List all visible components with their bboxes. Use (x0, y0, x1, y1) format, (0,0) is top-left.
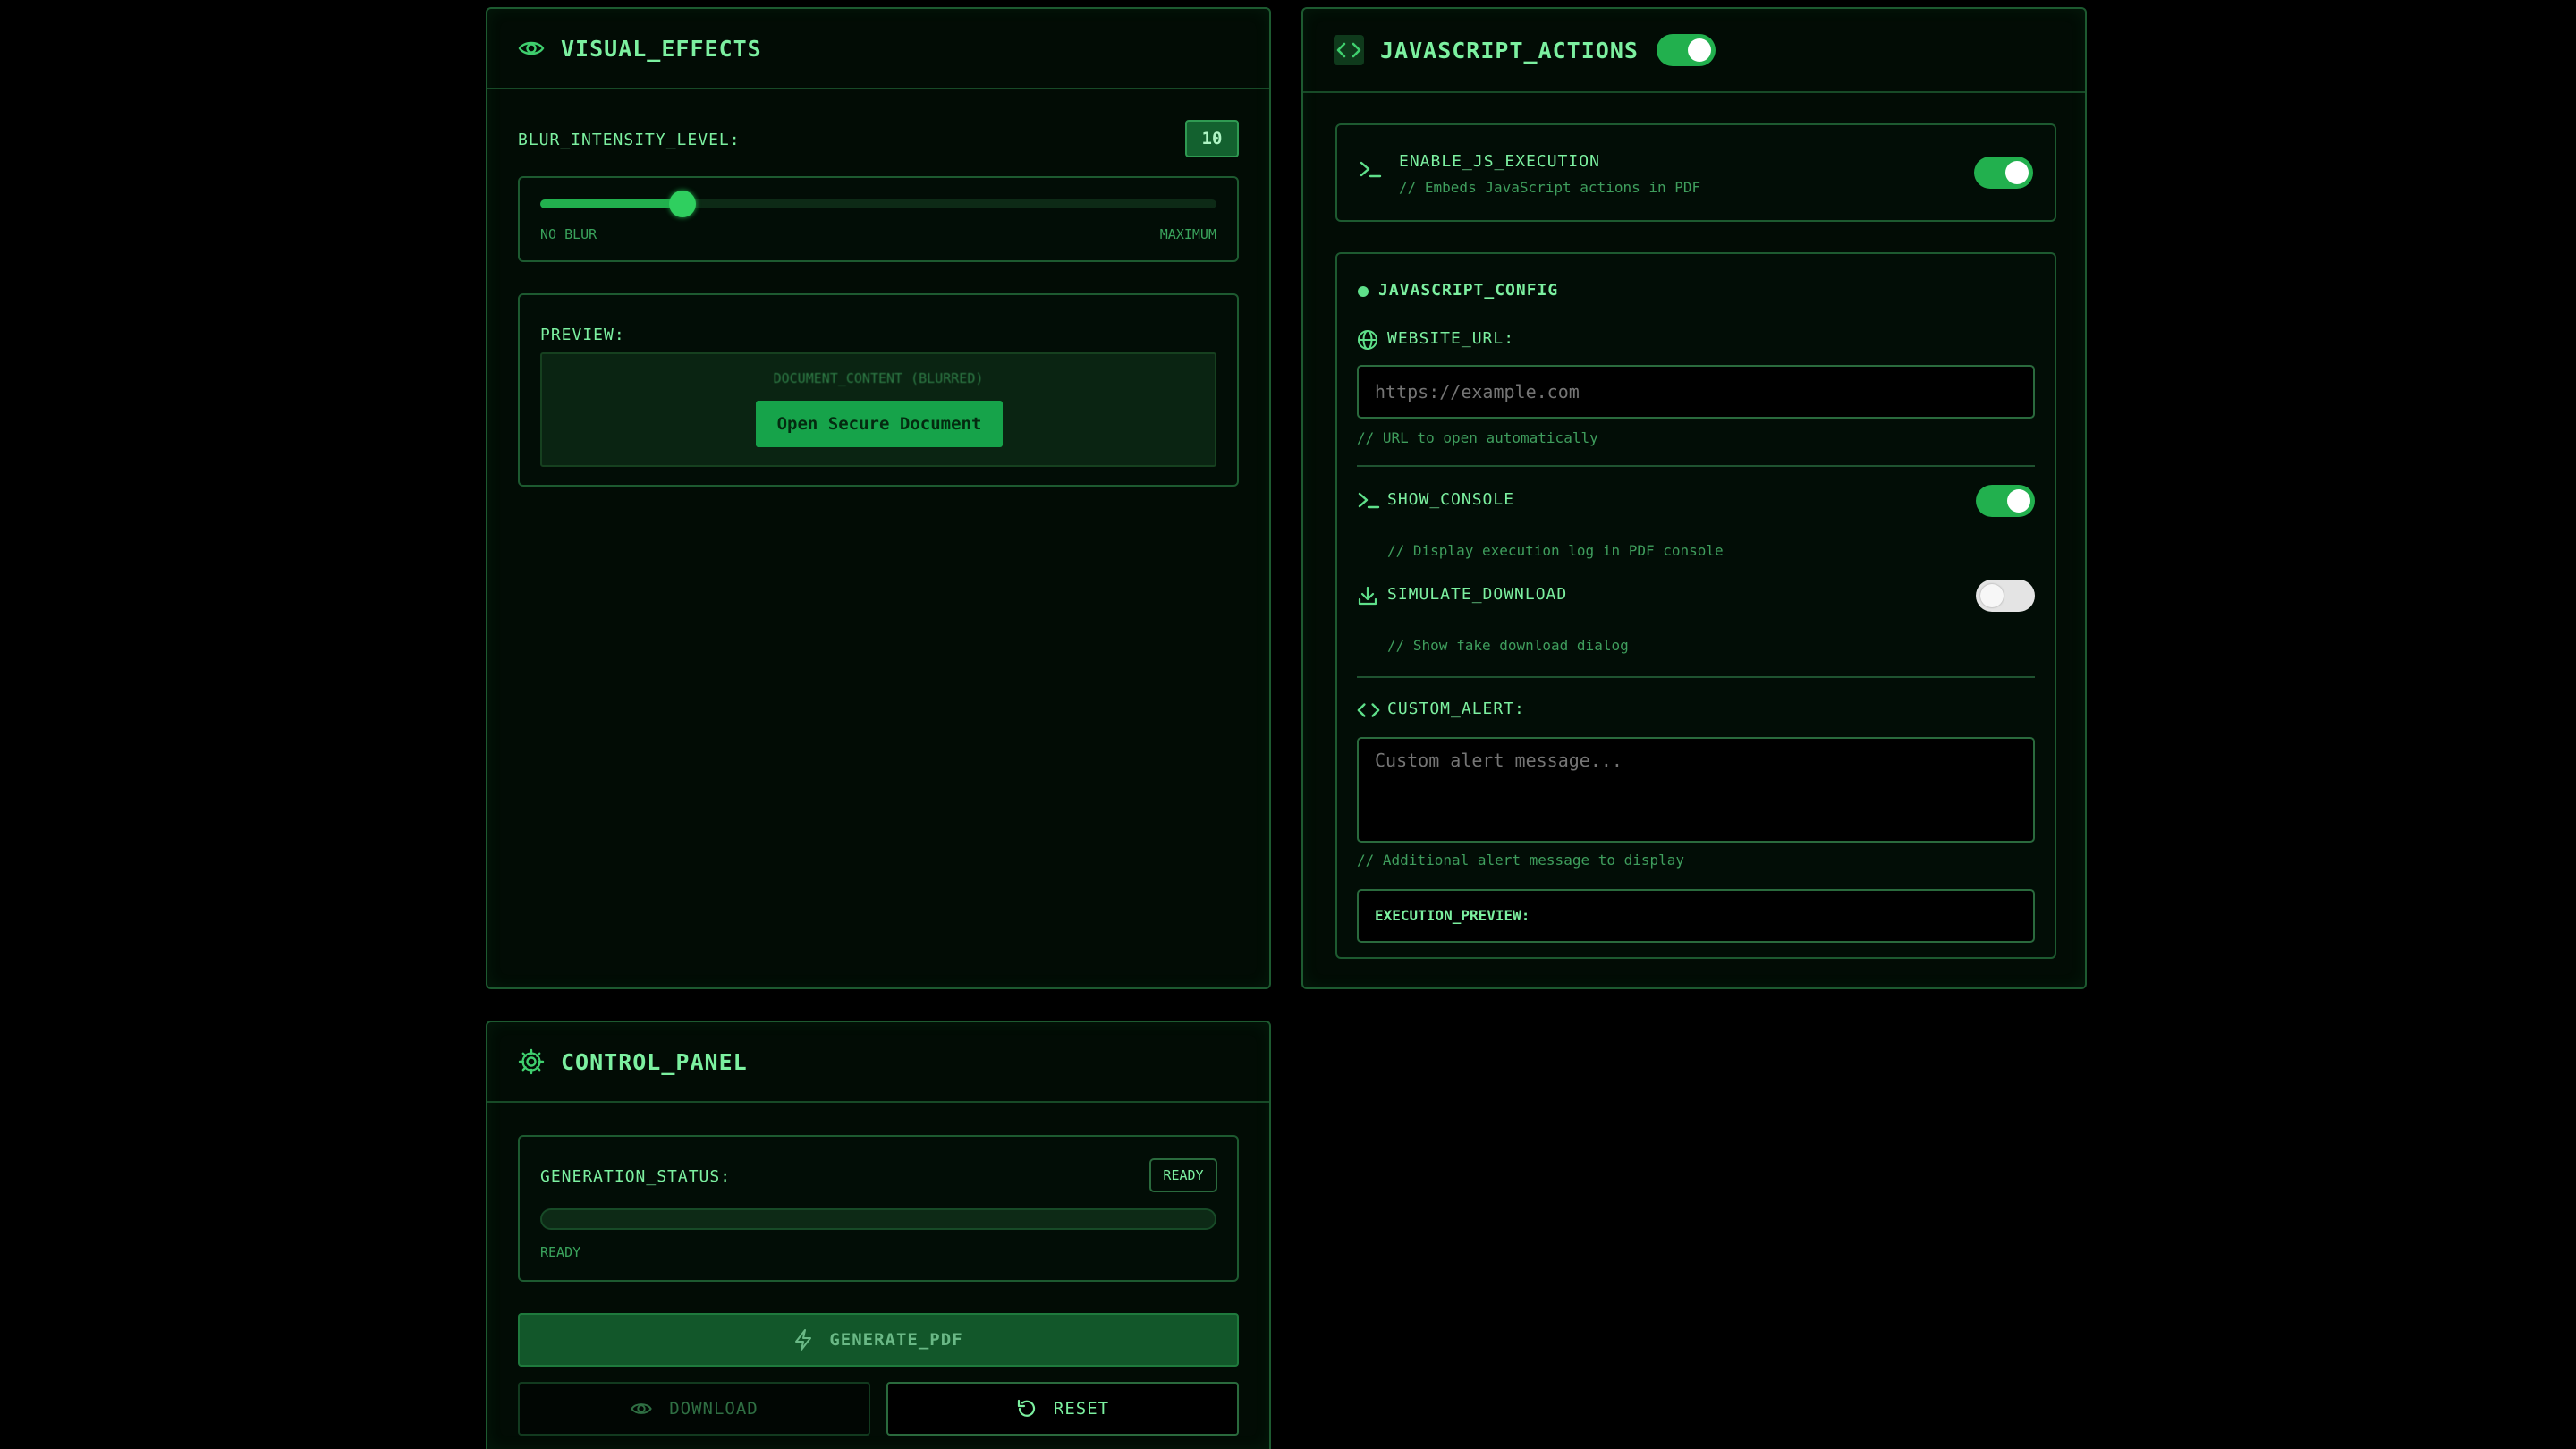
custom-alert-textarea[interactable] (1357, 737, 2035, 843)
javascript-actions-panel: JAVASCRIPT_ACTIONS ENABLE_JS_EXECUTION /… (1301, 7, 2087, 989)
website-url-comment: // URL to open automatically (1357, 429, 1598, 446)
visual-effects-title: VISUAL_EFFECTS (561, 35, 762, 62)
toggle-knob (1980, 584, 2004, 607)
config-divider (1357, 676, 2035, 678)
javascript-config-title: JAVASCRIPT_CONFIG (1378, 281, 1559, 300)
open-secure-document-button[interactable]: Open Secure Document (756, 401, 1003, 447)
preview-label: PREVIEW: (540, 326, 625, 344)
preview-document: DOCUMENT_CONTENT (BLURRED) Open Secure D… (540, 352, 1216, 467)
generation-progress-bar (540, 1208, 1216, 1230)
generate-pdf-button[interactable]: GENERATE_PDF (518, 1313, 1239, 1367)
toggle-knob (2007, 489, 2030, 513)
reset-button[interactable]: RESET (886, 1382, 1239, 1436)
generation-status-box: GENERATION_STATUS: READY READY (518, 1135, 1239, 1282)
control-panel: CONTROL_PANEL GENERATION_STATUS: READY R… (486, 1021, 1271, 1449)
code-icon (1357, 701, 1380, 719)
simulate-download-comment: // Show fake download dialog (1387, 637, 1629, 654)
javascript-actions-master-toggle[interactable] (1656, 34, 1716, 66)
blur-slider-fill (540, 199, 682, 208)
globe-icon (1357, 329, 1378, 351)
preview-box: PREVIEW: DOCUMENT_CONTENT (BLURRED) Open… (518, 293, 1239, 487)
reset-icon (1016, 1398, 1038, 1419)
config-bullet-icon (1358, 286, 1368, 297)
generation-status-label: GENERATION_STATUS: (540, 1167, 732, 1186)
slider-max-label: MAXIMUM (1159, 226, 1216, 242)
generation-status-text: READY (540, 1244, 581, 1260)
visual-effects-panel: VISUAL_EFFECTS BLUR_INTENSITY_LEVEL: 10 … (486, 7, 1271, 989)
lightning-icon (793, 1328, 813, 1352)
blur-slider-box: NO_BLUR MAXIMUM (518, 176, 1239, 262)
eye-icon (518, 38, 545, 58)
custom-alert-comment: // Additional alert message to display (1357, 852, 1685, 869)
preview-content-label: DOCUMENT_CONTENT (BLURRED) (773, 370, 984, 386)
gear-icon (518, 1048, 545, 1075)
code-icon (1334, 35, 1364, 65)
eye-icon (630, 1401, 653, 1417)
blur-slider-handle[interactable] (668, 191, 696, 217)
control-panel-title: CONTROL_PANEL (561, 1048, 748, 1075)
config-divider (1357, 465, 2035, 467)
execution-preview-box: EXECUTION_PREVIEW: (1357, 889, 2035, 943)
custom-alert-label: CUSTOM_ALERT: (1387, 699, 1525, 718)
show-console-label: SHOW_CONSOLE (1387, 490, 1515, 509)
blur-value-badge: 10 (1185, 120, 1239, 157)
execution-preview-label: EXECUTION_PREVIEW: (1375, 907, 1530, 924)
blur-value: 10 (1201, 129, 1223, 148)
website-url-input[interactable] (1357, 365, 2035, 419)
reset-label: RESET (1053, 1399, 1110, 1419)
javascript-actions-title: JAVASCRIPT_ACTIONS (1380, 37, 1639, 64)
slider-min-label: NO_BLUR (540, 226, 597, 242)
enable-js-comment: // Embeds JavaScript actions in PDF (1399, 179, 1701, 196)
toggle-knob (2005, 161, 2029, 184)
enable-js-toggle[interactable] (1974, 157, 2033, 189)
website-url-label: WEBSITE_URL: (1387, 329, 1515, 348)
status-badge-text: READY (1163, 1167, 1204, 1183)
javascript-config-box: JAVASCRIPT_CONFIG WEBSITE_URL: // URL to… (1335, 252, 2056, 959)
enable-js-box: ENABLE_JS_EXECUTION // Embeds JavaScript… (1335, 123, 2056, 222)
download-button[interactable]: DOWNLOAD (518, 1382, 870, 1436)
download-label: DOWNLOAD (669, 1399, 758, 1419)
blur-slider-track[interactable] (540, 191, 1216, 217)
terminal-icon (1359, 159, 1382, 179)
javascript-actions-header: JAVASCRIPT_ACTIONS (1303, 9, 2085, 93)
terminal-icon (1357, 490, 1380, 510)
simulate-download-label: SIMULATE_DOWNLOAD (1387, 585, 1568, 604)
download-icon (1357, 585, 1378, 606)
blur-intensity-label: BLUR_INTENSITY_LEVEL: (518, 131, 741, 149)
enable-js-label: ENABLE_JS_EXECUTION (1399, 152, 1600, 171)
visual-effects-header: VISUAL_EFFECTS (487, 9, 1269, 89)
show-console-toggle[interactable] (1976, 485, 2035, 517)
show-console-comment: // Display execution log in PDF console (1387, 542, 1724, 559)
simulate-download-toggle[interactable] (1976, 580, 2035, 612)
generate-pdf-label: GENERATE_PDF (829, 1330, 963, 1350)
status-badge: READY (1149, 1158, 1217, 1192)
control-panel-header: CONTROL_PANEL (487, 1022, 1269, 1103)
toggle-knob (1687, 38, 1711, 62)
